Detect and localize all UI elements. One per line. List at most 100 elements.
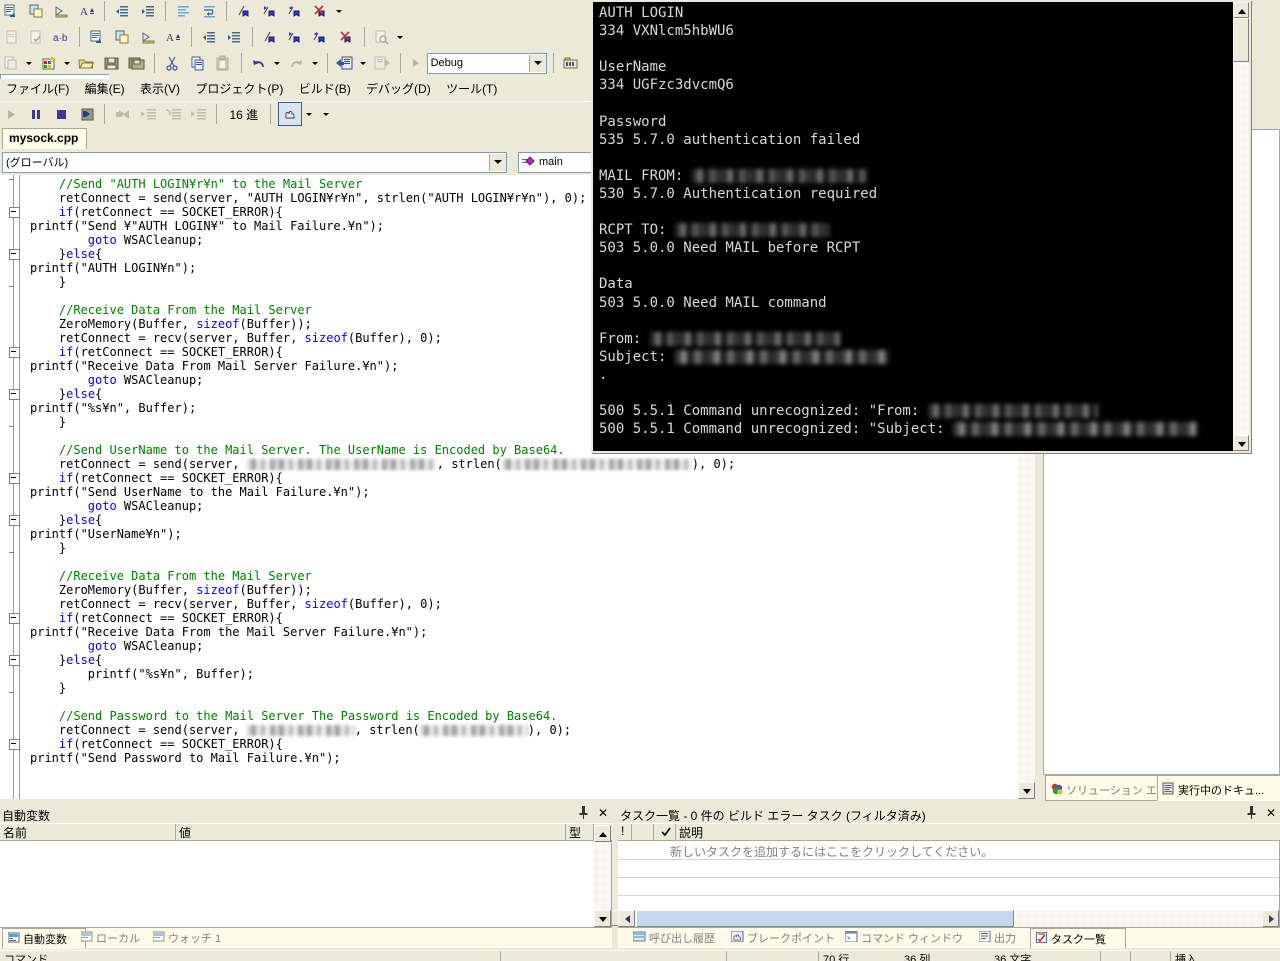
start-debug-small-icon[interactable] — [407, 52, 423, 74]
autos-col-value[interactable]: 値 — [176, 824, 566, 840]
step-over-icon[interactable] — [162, 103, 184, 125]
increase-font-icon[interactable]: A — [162, 26, 184, 48]
pin-icon[interactable] — [578, 806, 589, 819]
dock-tab-running-documents[interactable]: 実行中のドキュ... — [1157, 775, 1280, 801]
new-item-icon[interactable] — [0, 26, 22, 48]
dock-tab-solution-explorer[interactable]: ソリューション エ... — [1045, 775, 1166, 801]
menu-build[interactable]: ビルド(B) — [293, 79, 357, 99]
panel-tab-output[interactable]: 出力 — [974, 929, 1038, 947]
breakpoints-window-icon[interactable] — [277, 102, 302, 126]
navigate-backward-chevron-icon[interactable] — [359, 52, 368, 74]
outline-collapse-box[interactable] — [9, 655, 20, 666]
console-vertical-scrollbar[interactable] — [1233, 2, 1249, 451]
navigate-forward-icon[interactable] — [372, 52, 394, 74]
redo-icon[interactable] — [286, 52, 308, 74]
ab-replace-icon[interactable]: a·b — [51, 26, 73, 48]
panel-tab-autos[interactable]: 自動変数 — [2, 928, 86, 949]
toggle-outline-icon[interactable] — [51, 0, 73, 22]
autos-grid-body[interactable] — [0, 825, 612, 927]
panel-tab-breakpoints[interactable]: ブレークポイント — [726, 929, 846, 947]
console-vscroll-track[interactable] — [1233, 18, 1249, 435]
comment-selection-icon[interactable] — [86, 26, 108, 48]
navigate-backward-icon[interactable] — [334, 52, 356, 74]
autos-col-type[interactable]: 型 — [566, 824, 594, 840]
menu-view[interactable]: 表示(V) — [134, 79, 186, 99]
panel-tab-locals[interactable]: ローカル — [76, 929, 154, 947]
new-project-chevron-icon[interactable] — [25, 52, 34, 74]
task-col-checkbox[interactable] — [654, 824, 676, 840]
save-icon[interactable] — [101, 52, 123, 74]
check-item-icon[interactable] — [25, 26, 47, 48]
increase-indent-icon[interactable] — [223, 26, 245, 48]
format-lines-icon[interactable] — [173, 0, 195, 22]
hex-display-label[interactable]: 16 進 — [223, 106, 264, 123]
outline-collapse-box[interactable] — [9, 389, 20, 400]
next-bookmark-icon[interactable] — [259, 0, 281, 22]
redo-chevron-icon[interactable] — [311, 52, 320, 74]
menu-tools[interactable]: ツール(T) — [440, 79, 503, 99]
find-symbol-icon[interactable] — [371, 26, 393, 48]
uncomment-selection-icon[interactable] — [112, 26, 134, 48]
panel-tab-watch1[interactable]: ウォッチ 1 — [148, 929, 232, 947]
add-new-item-chevron-icon[interactable] — [63, 52, 72, 74]
toggle-outline-icon[interactable] — [137, 26, 159, 48]
outline-collapse-box[interactable] — [9, 473, 20, 484]
task-col-icon[interactable] — [632, 824, 654, 840]
task-col-priority[interactable]: ! — [618, 824, 632, 840]
decrease-indent-icon[interactable] — [112, 0, 134, 22]
console-window[interactable]: AUTH LOGIN 334 VXNlcm5hbWU6 UserName 334 U… — [591, 0, 1251, 453]
close-icon[interactable]: ✕ — [598, 807, 608, 819]
break-all-icon[interactable] — [25, 103, 47, 125]
show-next-statement-icon[interactable] — [112, 103, 134, 125]
task-grid-body[interactable]: 新しいタスクを追加するにはここをクリックしてください。 — [618, 841, 1280, 927]
task-col-description[interactable]: 説明 — [676, 824, 1256, 840]
save-all-icon[interactable] — [126, 52, 148, 74]
task-row-empty[interactable] — [618, 878, 1279, 896]
task-row-empty[interactable] — [618, 896, 1279, 910]
previous-bookmark-icon[interactable] — [310, 26, 332, 48]
decrease-indent-icon[interactable] — [198, 26, 220, 48]
toolbar-overflow-chevron-icon[interactable] — [396, 26, 405, 48]
outline-collapse-box[interactable] — [9, 249, 20, 260]
clear-bookmarks-icon[interactable] — [335, 26, 357, 48]
outline-collapse-box[interactable] — [9, 613, 20, 624]
console-vscroll-thumb[interactable] — [1233, 18, 1249, 62]
step-into-icon[interactable] — [137, 103, 159, 125]
next-bookmark-icon[interactable] — [284, 26, 306, 48]
previous-bookmark-icon[interactable] — [284, 0, 306, 22]
outline-collapse-box[interactable] — [9, 347, 20, 358]
paste-icon[interactable] — [212, 52, 234, 74]
solution-configuration-chevron-icon[interactable] — [528, 54, 546, 72]
increase-indent-icon[interactable] — [137, 0, 159, 22]
copy-icon[interactable] — [187, 52, 209, 74]
toolbar-overflow-chevron-icon[interactable] — [322, 103, 331, 125]
restart-icon[interactable] — [76, 103, 98, 125]
uncomment-selection-icon[interactable] — [25, 0, 47, 22]
menu-file[interactable]: ファイル(F) — [0, 79, 75, 99]
editor-outline-gutter[interactable] — [0, 175, 28, 799]
scope-combo[interactable]: (グローバル) — [2, 151, 507, 173]
continue-icon[interactable] — [0, 103, 22, 125]
task-horizontal-scrollbar[interactable] — [618, 910, 1279, 927]
solution-configuration-combo[interactable]: Debug — [426, 52, 547, 74]
panel-tab-task-list[interactable]: タスク一覧 — [1030, 928, 1126, 949]
outline-collapse-box[interactable] — [9, 515, 20, 526]
scope-combo-chevron-icon[interactable] — [489, 153, 506, 171]
task-row-placeholder[interactable]: 新しいタスクを追加するにはここをクリックしてください。 — [618, 841, 1279, 860]
autos-col-name[interactable]: 名前 — [0, 824, 176, 840]
find-in-project-icon[interactable] — [560, 52, 582, 74]
open-file-icon[interactable] — [75, 52, 97, 74]
console-vscroll-up-button[interactable] — [1233, 2, 1249, 18]
task-row-empty[interactable] — [618, 860, 1279, 878]
document-tab-mysock-cpp[interactable]: mysock.cpp — [2, 128, 88, 151]
menu-edit[interactable]: 編集(E) — [79, 79, 131, 99]
cut-icon[interactable] — [162, 52, 184, 74]
breakpoints-chevron-icon[interactable] — [305, 103, 314, 125]
stop-debugging-icon[interactable] — [51, 103, 73, 125]
word-wrap-icon[interactable] — [198, 0, 220, 22]
undo-chevron-icon[interactable] — [273, 52, 282, 74]
menu-debug[interactable]: デバッグ(D) — [360, 79, 437, 99]
new-project-icon[interactable] — [0, 52, 22, 74]
panel-tab-call-stack[interactable]: 呼び出し履歴 — [628, 929, 732, 947]
toggle-bookmark-icon[interactable] — [234, 0, 256, 22]
